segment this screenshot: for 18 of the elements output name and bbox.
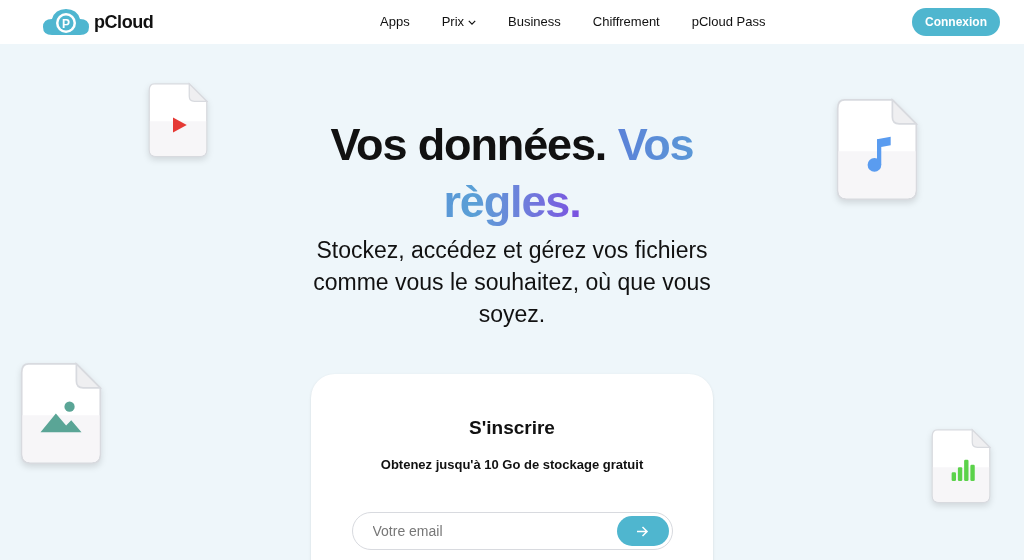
nav-link[interactable]: Business: [508, 12, 561, 32]
signup-title: S'inscrire: [469, 416, 555, 440]
submit-arrow-button[interactable]: [616, 516, 669, 546]
hero-subtitle: Stockez, accédez et gérez vos fichiers comme vous le souhaitez, où que vous soyez.: [312, 236, 712, 329]
nav-link[interactable]: Chiffrement: [592, 12, 660, 32]
arrow-right-icon: [636, 525, 649, 537]
signup-subtitle: Obtenez jusqu'à 10 Go de stockage gratuit: [380, 455, 644, 474]
nav-link[interactable]: pCloud Pass: [691, 12, 766, 32]
video-file-icon: [148, 82, 208, 158]
nav-link[interactable]: Prix: [441, 12, 477, 32]
music-file-icon: [836, 98, 918, 201]
chevron-down-icon: [468, 19, 477, 25]
cloud-logo-icon: P: [42, 7, 90, 37]
chart-file-icon: [931, 428, 991, 504]
email-field[interactable]: Votre email: [372, 520, 617, 542]
brand-name: pCloud: [94, 10, 154, 34]
image-file-icon: [20, 362, 102, 465]
nav-link[interactable]: Apps: [380, 12, 410, 32]
